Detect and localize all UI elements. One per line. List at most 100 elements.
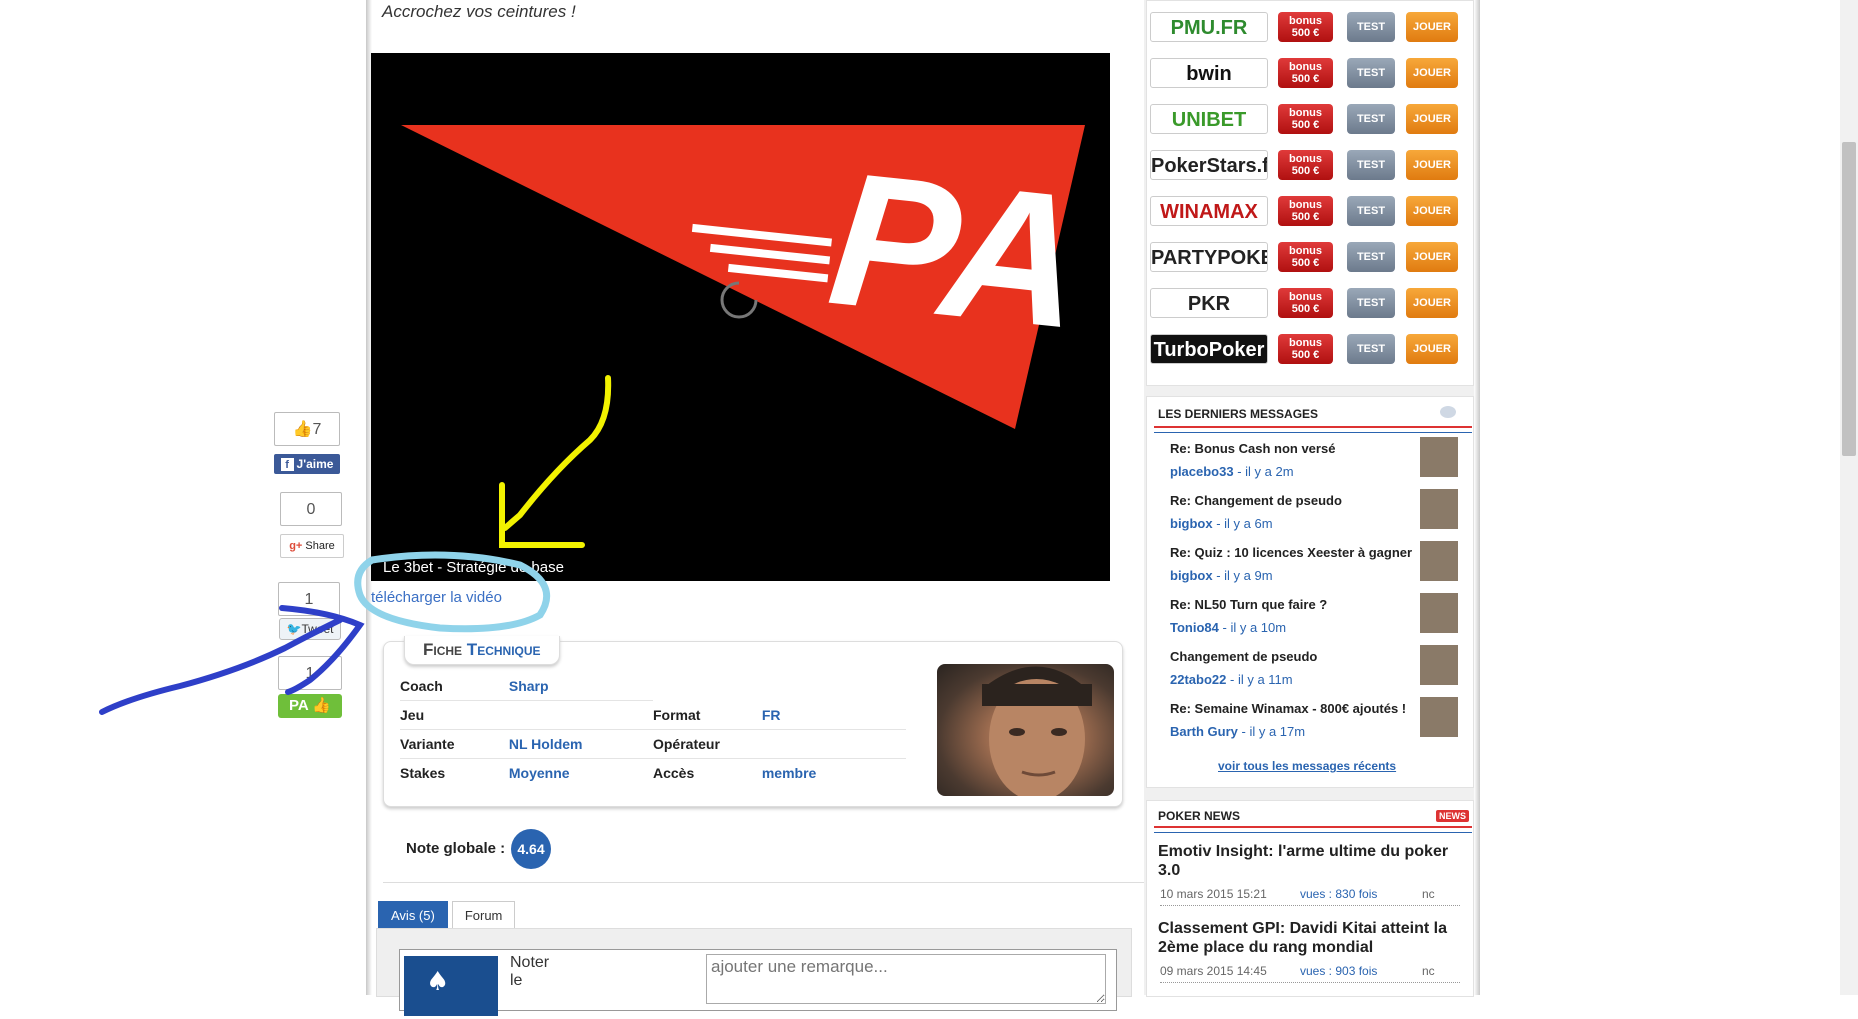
test-button[interactable]: TEST	[1347, 12, 1395, 42]
play-button[interactable]: JOUER	[1406, 150, 1458, 180]
news-badge: NEWS	[1436, 810, 1469, 822]
message-time: il y a 6m	[1224, 516, 1273, 531]
operator-logo[interactable]: TurboPoker	[1150, 334, 1268, 364]
bonus-badge[interactable]: bonus 500 €	[1278, 12, 1333, 42]
bonus-badge[interactable]: bonus 500 €	[1278, 288, 1333, 318]
section-rule	[1154, 426, 1472, 433]
fiche-key: Jeu	[400, 700, 509, 730]
poker-logo-icon: ♠	[426, 967, 449, 997]
page-shadow-right	[1474, 0, 1480, 995]
page-scrollbar[interactable]	[1840, 0, 1858, 995]
fiche-value	[508, 700, 653, 730]
fiche-key: Accès	[652, 765, 695, 781]
video-caption: Le 3bet - Stratégie de base	[383, 559, 564, 576]
review-input[interactable]	[706, 954, 1106, 1004]
message-author[interactable]: placebo33	[1170, 464, 1234, 479]
pa-like-count: 1	[278, 656, 342, 690]
play-button[interactable]: JOUER	[1406, 288, 1458, 318]
message-item[interactable]: Re: Bonus Cash non versé placebo33 - il y…	[1170, 437, 1470, 479]
play-button[interactable]: JOUER	[1406, 58, 1458, 88]
message-item[interactable]: Re: Quiz : 10 licences Xeester à gagner b…	[1170, 541, 1470, 583]
bonus-badge[interactable]: bonus 500 €	[1278, 242, 1333, 272]
variante-link[interactable]: NL Holdem	[508, 729, 653, 759]
bonus-badge[interactable]: bonus 500 €	[1278, 58, 1333, 88]
message-author[interactable]: Tonio84	[1170, 620, 1219, 635]
play-button[interactable]: JOUER	[1406, 334, 1458, 364]
test-button[interactable]: TEST	[1347, 334, 1395, 364]
tweet-button[interactable]: 🐦Tweet	[279, 618, 341, 640]
bonus-badge[interactable]: bonus 500 €	[1278, 334, 1333, 364]
test-button[interactable]: TEST	[1347, 58, 1395, 88]
operator-logo[interactable]: bwin	[1150, 58, 1268, 88]
review-label: Noter le	[510, 954, 550, 989]
test-button[interactable]: TEST	[1347, 196, 1395, 226]
tab-avis[interactable]: Avis (5)	[378, 901, 448, 929]
acces-link[interactable]: membre	[762, 759, 906, 788]
operator-logo[interactable]: PARTYPOKER.fr	[1150, 242, 1268, 272]
message-author[interactable]: bigbox	[1170, 568, 1213, 583]
operator-logo[interactable]: UNIBET	[1150, 104, 1268, 134]
operator-logo[interactable]: PMU.FR	[1150, 12, 1268, 42]
news-views: vues : 903 fois	[1300, 964, 1378, 978]
news-meta: 09 mars 2015 14:45 vues : 903 fois nc	[1160, 964, 1460, 983]
operator-logo[interactable]: PokerStars.fr	[1150, 150, 1268, 180]
message-author[interactable]: bigbox	[1170, 516, 1213, 531]
message-author[interactable]: 22tabo22	[1170, 672, 1226, 687]
svg-text:PA: PA	[821, 132, 1092, 369]
message-author[interactable]: Barth Gury	[1170, 724, 1238, 739]
test-button[interactable]: TEST	[1347, 150, 1395, 180]
bonus-badge[interactable]: bonus 500 €	[1278, 196, 1333, 226]
fiche-key: Coach	[400, 672, 509, 701]
format-link[interactable]: FR	[761, 700, 906, 730]
play-button[interactable]: JOUER	[1406, 12, 1458, 42]
avatar[interactable]	[1420, 489, 1458, 529]
avatar[interactable]	[1420, 541, 1458, 581]
download-video-link[interactable]: télécharger la vidéo	[371, 589, 502, 606]
play-button[interactable]: JOUER	[1406, 104, 1458, 134]
avatar[interactable]	[1420, 645, 1458, 685]
fiche-row: Variante NL Holdem Opérateur	[400, 729, 906, 759]
fiche-value	[761, 729, 906, 759]
stakes-link[interactable]: Moyenne	[509, 759, 653, 788]
play-button[interactable]: JOUER	[1406, 242, 1458, 272]
avatar[interactable]	[1420, 593, 1458, 633]
thumbs-up-icon: 👍	[312, 697, 332, 714]
operator-logo[interactable]: PKR	[1150, 288, 1268, 318]
fiche-value	[762, 672, 906, 701]
scrollbar-thumb[interactable]	[1842, 142, 1856, 456]
coach-face-icon	[982, 666, 1092, 796]
pa-like-button[interactable]: PA 👍	[278, 694, 342, 718]
tab-forum[interactable]: Forum	[451, 901, 516, 929]
avatar[interactable]	[1420, 697, 1458, 737]
play-button[interactable]: JOUER	[1406, 196, 1458, 226]
message-item[interactable]: Re: Semaine Winamax - 800€ ajoutés ! Bart…	[1170, 697, 1470, 739]
test-button[interactable]: TEST	[1347, 242, 1395, 272]
test-button[interactable]: TEST	[1347, 104, 1395, 134]
speech-bubble-icon	[1440, 406, 1456, 418]
bonus-badge[interactable]: bonus 500 €	[1278, 150, 1333, 180]
facebook-like-button[interactable]: f J'aime	[274, 454, 340, 474]
message-item[interactable]: Re: NL50 Turn que faire ? Tonio84 - il y …	[1170, 593, 1470, 635]
fiche-row: Jeu Format FR	[400, 700, 906, 730]
test-button[interactable]: TEST	[1347, 288, 1395, 318]
message-item[interactable]: Re: Changement de pseudo bigbox - il y a …	[1170, 489, 1470, 531]
share-column: 👍7 f J'aime 0 g+ Share 1 🐦Tweet 1 PA 👍	[274, 412, 344, 718]
message-time: il y a 11m	[1237, 672, 1293, 687]
fiche-key	[653, 672, 762, 701]
bonus-badge[interactable]: bonus 500 €	[1278, 104, 1333, 134]
divider	[383, 882, 1150, 883]
all-messages-link[interactable]: voir tous les messages récents	[1218, 759, 1396, 773]
google-plus-share-button[interactable]: g+ Share	[280, 534, 344, 558]
video-player[interactable]: PA Le 3bet - Stratégie de base	[371, 53, 1110, 581]
news-title[interactable]: Emotiv Insight: l'arme ultime du poker 3…	[1158, 842, 1458, 880]
avatar[interactable]	[1420, 437, 1458, 477]
operator-logo[interactable]: WINAMAX	[1150, 196, 1268, 226]
fiche-row: Stakes Moyenne Accès membre	[400, 759, 906, 788]
google-plus-icon: g+	[289, 540, 303, 552]
message-item[interactable]: Changement de pseudo 22tabo22 - il y a 11…	[1170, 645, 1470, 687]
fiche-key: Stakes	[400, 765, 446, 781]
fiche-key: Opérateur	[652, 729, 762, 759]
news-title[interactable]: Classement GPI: Davidi Kitai atteint la …	[1158, 919, 1458, 957]
coach-link[interactable]: Sharp	[508, 672, 653, 701]
review-form: ♠ Noter le	[399, 949, 1117, 1016]
